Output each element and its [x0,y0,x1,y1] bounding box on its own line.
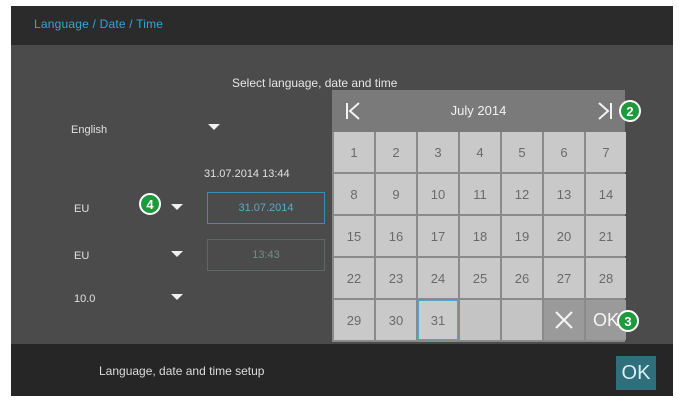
ok-button[interactable]: OK [616,356,656,390]
cancel-button[interactable] [544,300,584,340]
calendar-day-3[interactable]: 3 [418,132,458,172]
callout-badge-4: 4 [139,193,161,215]
footer-status: Language, date and time setup [99,364,265,378]
calendar-day-9[interactable]: 9 [376,174,416,214]
calendar-day-12[interactable]: 12 [502,174,542,214]
heading-text: Select language, date and time [232,76,398,90]
calendar-day-15[interactable]: 15 [334,216,374,256]
calendar-day-4[interactable]: 4 [460,132,500,172]
calendar-month-label: July 2014 [450,103,507,118]
calendar-day-10[interactable]: 10 [418,174,458,214]
calendar-day-23[interactable]: 23 [376,258,416,298]
calendar-day-2[interactable]: 2 [376,132,416,172]
calendar-day-30[interactable]: 30 [376,300,416,340]
time-format-dropdown-icon[interactable] [171,251,183,257]
version-dropdown-icon[interactable] [171,294,183,300]
calendar-day-7[interactable]: 7 [586,132,626,172]
calendar-day-19[interactable]: 19 [502,216,542,256]
time-field[interactable]: 13:43 [207,239,325,271]
close-icon [555,311,573,329]
current-datetime: 31.07.2014 13:44 [204,168,290,180]
calendar-day-27[interactable]: 27 [544,258,584,298]
calendar-day-13[interactable]: 13 [544,174,584,214]
date-format-dropdown-icon[interactable] [171,204,183,210]
date-field[interactable]: 31.07.2014 [207,192,325,224]
calendar-day-8[interactable]: 8 [334,174,374,214]
calendar-day-31[interactable]: 31 [418,300,458,340]
callout-badge-2: 2 [619,100,641,122]
calendar-day-25[interactable]: 25 [460,258,500,298]
calendar-day-17[interactable]: 17 [418,216,458,256]
bottom-bar: Language, date and time setup [11,344,673,396]
calendar-day-29[interactable]: 29 [334,300,374,340]
calendar-day-5[interactable]: 5 [502,132,542,172]
version-value: 10.0 [74,293,96,305]
calendar-day-22[interactable]: 22 [334,258,374,298]
window-title: Language / Date / Time [34,17,164,31]
calendar-day-26[interactable]: 26 [502,258,542,298]
calendar-header: July 2014 [332,90,625,132]
language-value: English [71,124,108,136]
calendar-day-24[interactable]: 24 [418,258,458,298]
calendar-empty-cell [460,300,500,340]
date-format-value: EU [74,203,90,215]
calendar-day-6[interactable]: 6 [544,132,584,172]
calendar-popup: July 2014 1 2 3 4 5 6 7 8 9 10 11 12 13 14 15 16 17 18 19 2… [332,90,626,342]
calendar-empty-cell [502,300,542,340]
next-month-icon[interactable] [594,100,614,122]
calendar-day-16[interactable]: 16 [376,216,416,256]
calendar-day-11[interactable]: 11 [460,174,500,214]
calendar-day-28[interactable]: 28 [586,258,626,298]
time-format-value: EU [74,250,90,262]
language-dropdown-icon[interactable] [208,124,220,130]
device-screen: Language / Date / Time Select language, … [11,6,673,396]
title-bar: Language / Date / Time [11,6,673,45]
calendar-day-18[interactable]: 18 [460,216,500,256]
calendar-day-20[interactable]: 20 [544,216,584,256]
calendar-day-1[interactable]: 1 [334,132,374,172]
calendar-day-14[interactable]: 14 [586,174,626,214]
calendar-day-21[interactable]: 21 [586,216,626,256]
callout-badge-3: 3 [617,310,639,332]
